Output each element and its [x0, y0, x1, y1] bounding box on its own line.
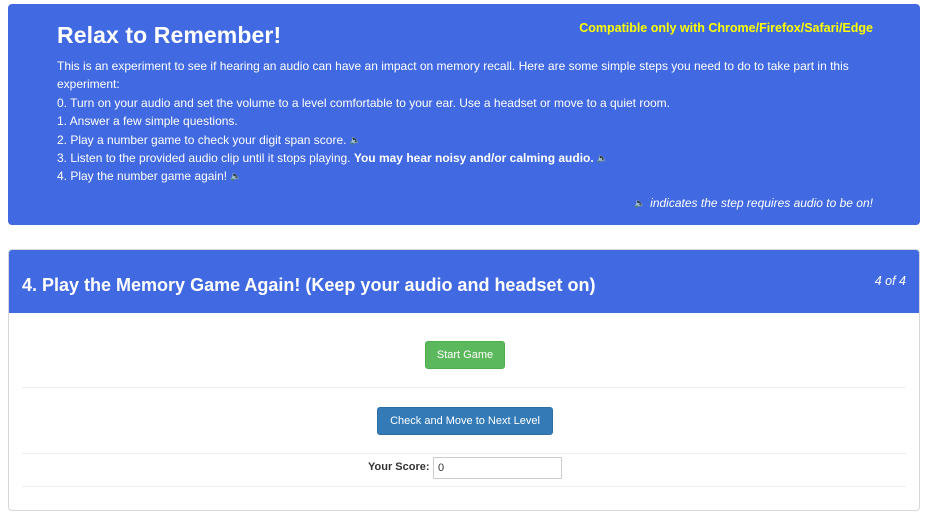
panel-title: 4. Play the Memory Game Again! (Keep you… — [22, 275, 596, 295]
divider — [22, 387, 906, 388]
step-1: 1. Answer a few simple questions. — [57, 114, 238, 129]
intro-description: This is an experiment to see if hearing … — [57, 59, 849, 92]
speaker-icon: 🔈 — [633, 198, 646, 208]
next-level-button[interactable]: Check and Move to Next Level — [377, 407, 553, 435]
speaker-icon: 🔈 — [596, 153, 608, 164]
score-label: Your Score: — [368, 461, 430, 473]
page-title: Relax to Remember! — [57, 22, 282, 48]
panel-header: 4. Play the Memory Game Again! (Keep you… — [9, 250, 919, 313]
speaker-icon: 🔈 — [349, 134, 361, 145]
score-input[interactable] — [433, 457, 562, 479]
step-4: 4. Play the number game again! 🔈 — [57, 167, 872, 185]
step-counter: 4 of 4 — [874, 274, 906, 288]
divider — [22, 453, 906, 454]
step-2: 2. Play a number game to check your digi… — [57, 131, 872, 149]
game-panel: 4. Play the Memory Game Again! (Keep you… — [8, 249, 920, 511]
audio-legend: 🔈 indicates the step requires audio to be… — [633, 196, 873, 210]
step-3: 3. Listen to the provided audio clip unt… — [57, 149, 872, 167]
instructions: This is an experiment to see if hearing … — [57, 57, 872, 186]
intro-banner: Relax to Remember! Compatible only with … — [8, 4, 920, 225]
step-3-emphasis: You may hear noisy and/or calming audio. — [353, 151, 594, 166]
start-game-button[interactable]: Start Game — [425, 341, 505, 369]
speaker-icon: 🔈 — [230, 171, 242, 182]
compatibility-note: Compatible only with Chrome/Firefox/Safa… — [579, 21, 873, 35]
divider — [22, 486, 906, 487]
step-0: 0. Turn on your audio and set the volume… — [57, 95, 671, 110]
